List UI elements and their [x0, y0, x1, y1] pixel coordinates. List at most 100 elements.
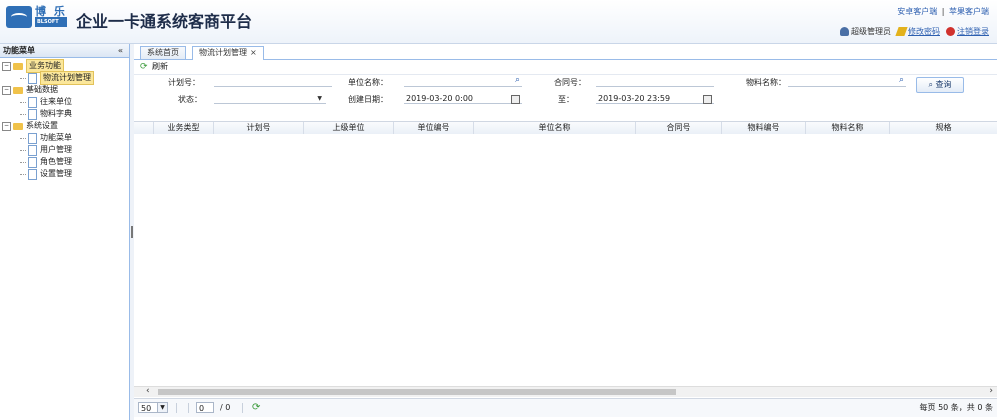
search-icon[interactable]: ⌕ [515, 75, 520, 85]
column-header[interactable]: 物料名称 [806, 122, 890, 134]
search-icon[interactable]: ⌕ [899, 75, 904, 85]
tree-item-label[interactable]: 用户管理 [40, 144, 72, 156]
tree-group-basic-data[interactable]: − 基础数据 [2, 84, 129, 96]
date-from-input[interactable]: 2019-03-20 0:00 [404, 94, 522, 104]
logo-mark-icon [6, 6, 32, 28]
query-label[interactable]: 查询 [936, 80, 952, 89]
company-logo: 博 乐 BLSOFT [6, 6, 67, 28]
tree-group-system-settings[interactable]: − 系统设置 [2, 120, 129, 132]
date-to-input[interactable]: 2019-03-20 23:59 [596, 94, 714, 104]
tree-item-label[interactable]: 物流计划管理 [40, 71, 94, 85]
link-separator: | [941, 7, 945, 16]
logo-en: BLSOFT [35, 17, 67, 27]
scroll-left-icon[interactable]: ‹ [146, 386, 150, 396]
chevron-down-icon[interactable]: ▼ [317, 94, 322, 104]
calendar-icon[interactable] [703, 95, 712, 104]
scrollbar-thumb[interactable] [158, 389, 676, 395]
column-header[interactable]: 业务类型 [154, 122, 214, 134]
refresh-icon[interactable]: ⟳ [252, 399, 260, 417]
close-tab-icon[interactable]: × [250, 48, 257, 57]
refresh-button[interactable]: ⟳ 刷新 [140, 62, 168, 72]
column-header[interactable]: 单位编号 [394, 122, 474, 134]
user-name: 超级管理员 [851, 27, 891, 36]
total-pages: / 0 [220, 403, 231, 412]
change-password-link[interactable]: 修改密码 [895, 26, 940, 37]
plan-no-input[interactable] [214, 77, 332, 87]
status-label: 状态： [178, 95, 202, 104]
column-header[interactable]: 上级单位 [304, 122, 394, 134]
user-bar: 超级管理员 修改密码 注销登录 [840, 26, 989, 37]
refresh-label[interactable]: 刷新 [152, 62, 168, 71]
tree-item-partners[interactable]: 往来单位 [2, 96, 129, 108]
pagination-info: 每页 50 条，共 0 条 [919, 403, 993, 412]
column-header[interactable]: 合同号 [636, 122, 722, 134]
query-button[interactable]: ⌕ 查询 [916, 77, 964, 93]
app-title: 企业一卡通系统客商平台 [76, 12, 253, 31]
calendar-icon[interactable] [511, 95, 520, 104]
tree-item-label[interactable]: 往来单位 [40, 96, 72, 108]
unit-name-input[interactable]: ⌕ [404, 75, 522, 87]
logout-icon [946, 27, 955, 36]
page-size-value: 50 [141, 404, 152, 413]
tree-item-material-dict[interactable]: 物料字典 [2, 108, 129, 120]
collapse-sidebar-button[interactable]: « [118, 44, 123, 57]
logout-link[interactable]: 注销登录 [946, 26, 989, 37]
tab-label[interactable]: 物流计划管理 [199, 48, 247, 57]
menu-tree: − 业务功能 物流计划管理 − 基础数据 往来单位 物料字典 − 系统设置 功能… [0, 58, 129, 180]
date-from-value: 2019-03-20 0:00 [406, 94, 473, 103]
toolbar: ⟳ 刷新 [134, 60, 997, 75]
search-icon: ⌕ [928, 80, 933, 89]
created-date-label: 创建日期： [348, 95, 388, 104]
tree-item-label[interactable]: 物料字典 [40, 108, 72, 120]
sidebar-title: 功能菜单 [3, 46, 35, 55]
column-header[interactable]: 规格 [890, 122, 997, 134]
collapse-toggle-icon[interactable]: − [2, 85, 11, 95]
tab-label[interactable]: 系统首页 [147, 48, 179, 57]
tree-item-role-management[interactable]: 角色管理 [2, 156, 129, 168]
search-form: 计划号： 单位名称： ⌕ 合同号： 物料名称： ⌕ ⌕ 查询 状态： ▼ 创建日… [134, 75, 997, 111]
folder-open-icon [13, 122, 23, 130]
column-header[interactable]: 计划号 [214, 122, 304, 134]
apple-client-link[interactable]: 苹果客户端 [949, 7, 989, 16]
tree-item-label[interactable]: 功能菜单 [40, 132, 72, 144]
column-header[interactable]: 单位名称 [474, 122, 636, 134]
tree-item-logistics-plan[interactable]: 物流计划管理 [2, 71, 129, 85]
page-number-input[interactable]: 0 [196, 402, 214, 413]
logout-label[interactable]: 注销登录 [957, 27, 989, 36]
grid-header: 业务类型 计划号 上级单位 单位编号 单位名称 合同号 物料编号 物料名称 规格 [134, 121, 997, 135]
change-password-label[interactable]: 修改密码 [908, 27, 940, 36]
tree-group-label[interactable]: 系统设置 [26, 120, 58, 132]
tree-item-settings-management[interactable]: 设置管理 [2, 168, 129, 180]
scroll-right-icon[interactable]: › [989, 386, 993, 396]
horizontal-scrollbar[interactable]: ‹ › [134, 386, 997, 397]
tab-logistics-plan[interactable]: 物流计划管理 × [192, 46, 264, 60]
contract-no-input[interactable] [596, 77, 714, 87]
main-panel: 系统首页 物流计划管理 × ⟳ 刷新 计划号： 单位名称： ⌕ 合同号： 物料名称：… [134, 44, 997, 420]
tab-home[interactable]: 系统首页 [140, 46, 186, 59]
tree-item-function-menu[interactable]: 功能菜单 [2, 132, 129, 144]
document-icon [28, 144, 37, 156]
plan-no-label: 计划号： [168, 78, 200, 87]
sidebar-header: 功能菜单 « [0, 44, 129, 58]
column-header[interactable]: 物料编号 [722, 122, 806, 134]
tree-item-user-management[interactable]: 用户管理 [2, 144, 129, 156]
chevron-down-icon[interactable]: ▼ [157, 403, 167, 412]
current-user: 超级管理员 [840, 26, 891, 37]
collapse-toggle-icon[interactable]: − [2, 121, 11, 131]
pencil-icon [895, 27, 908, 36]
row-number-column [134, 122, 154, 134]
tree-item-label[interactable]: 角色管理 [40, 156, 72, 168]
document-icon [28, 108, 37, 120]
tree-item-label[interactable]: 设置管理 [40, 168, 72, 180]
page-size-select[interactable]: 50 ▼ [138, 402, 168, 413]
splitter-handle-icon[interactable] [131, 226, 133, 238]
tree-group-label[interactable]: 基础数据 [26, 84, 58, 96]
android-client-link[interactable]: 安卓客户端 [897, 7, 937, 16]
client-links: 安卓客户端 | 苹果客户端 [897, 6, 989, 17]
status-select[interactable]: ▼ [214, 94, 326, 104]
material-name-input[interactable]: ⌕ [788, 75, 906, 87]
collapse-toggle-icon[interactable]: − [2, 61, 11, 71]
folder-open-icon [13, 62, 23, 70]
material-name-label: 物料名称： [746, 78, 786, 87]
header: 博 乐 BLSOFT 企业一卡通系统客商平台 安卓客户端 | 苹果客户端 超级管… [0, 0, 997, 44]
